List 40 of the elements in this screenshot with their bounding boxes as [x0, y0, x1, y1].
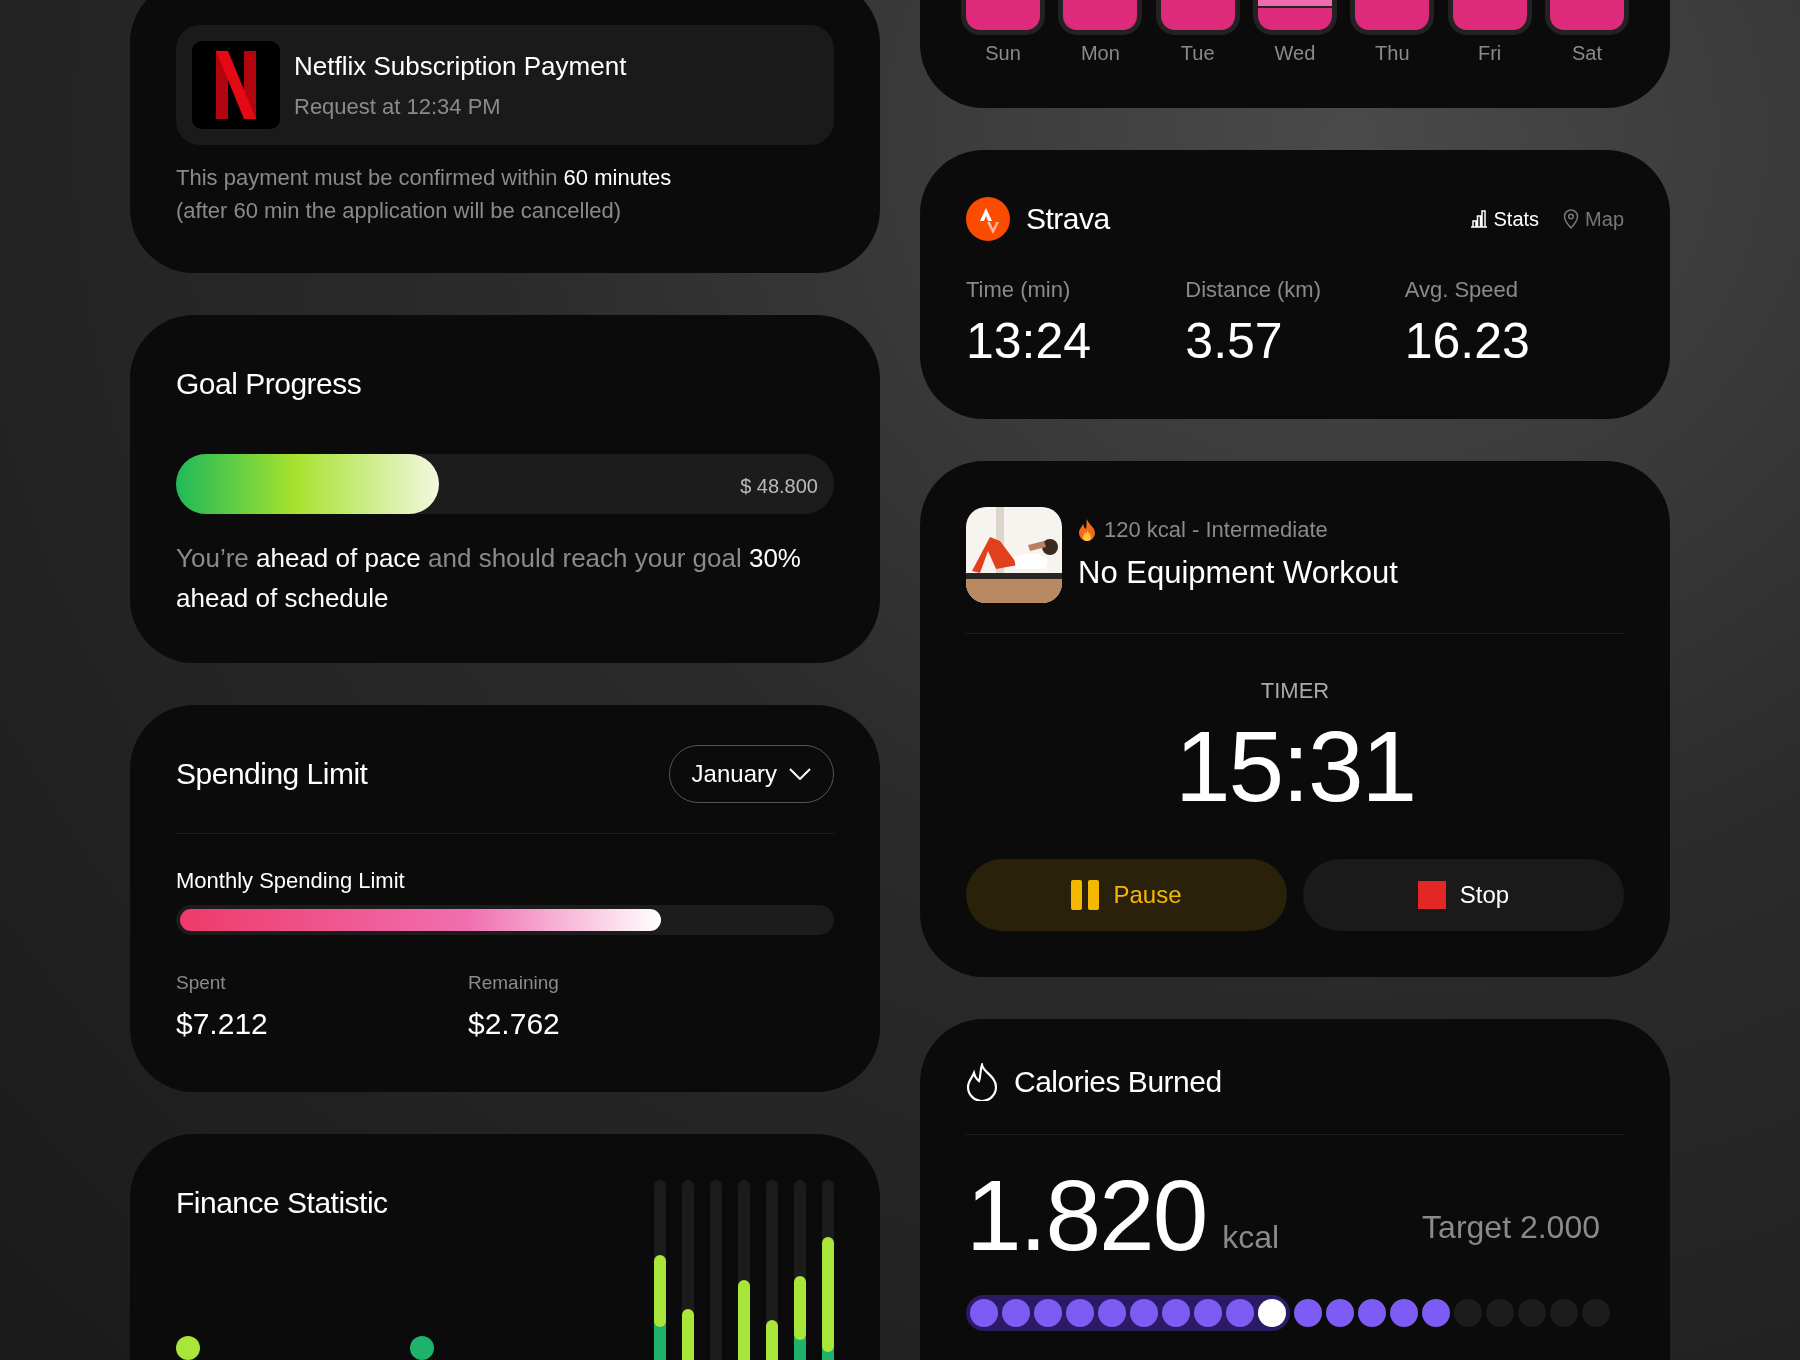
workout-meta: 120 kcal - Intermediate — [1104, 516, 1328, 545]
metric-label: Avg. Speed — [1404, 276, 1519, 304]
calories-unit: kcal — [1222, 1218, 1280, 1257]
timer-label: TIMER — [1259, 677, 1331, 705]
calories-target: Target 2.000 — [1422, 1208, 1600, 1247]
stat-label: Remaining — [468, 970, 560, 995]
card-title: Finance Statistic — [176, 1185, 389, 1222]
calories-value: 1.820 — [966, 1165, 1207, 1265]
stat-label: Spent — [176, 970, 227, 995]
day-label: Sun — [985, 42, 1021, 64]
map-tab[interactable]: Map — [1563, 203, 1624, 234]
stats-tab[interactable]: Stats — [1469, 203, 1540, 234]
metric-value: 16.23 — [1404, 314, 1531, 369]
stop-button[interactable]: Stop — [1303, 859, 1624, 931]
day-label: Mon — [1080, 42, 1120, 64]
metric-value: 3.57 — [1185, 314, 1284, 369]
stat-value: $2.762 — [468, 1006, 561, 1043]
day-label: Sat — [1571, 42, 1602, 64]
metric-label: Distance (km) — [1185, 276, 1322, 304]
day-label: Thu — [1375, 42, 1410, 64]
card-title: Strava — [1026, 201, 1112, 237]
day-label: Wed — [1274, 42, 1316, 64]
card-title: Goal Progress — [176, 366, 363, 402]
timer-value: 15:31 — [1173, 711, 1417, 821]
payment-time: Request at 12:34 PM — [294, 93, 502, 121]
goal-amount: $ 48.800 — [740, 474, 818, 499]
payment-title: Netflix Subscription Payment — [294, 50, 627, 83]
metric-label: Time (min) — [966, 276, 1072, 304]
card-title: Spending Limit — [176, 756, 368, 793]
spending-bar-label: Monthly Spending Limit — [176, 866, 406, 895]
payment-note: This payment must be confirmed within 60 minutes — [176, 164, 673, 192]
card-title: Calories Burned — [1014, 1064, 1222, 1100]
pause-button[interactable]: Pause — [966, 859, 1287, 931]
day-label: Tue — [1180, 42, 1215, 64]
goal-message: You’re ahead of pace and should reach your goal 30% ahead of schedule — [176, 542, 802, 616]
day-label: Fri — [1477, 42, 1502, 64]
stat-value: $7.212 — [176, 1006, 269, 1043]
payment-note: (after 60 min the application will be cancelled) — [176, 197, 623, 225]
workout-title: No Equipment Workout — [1078, 554, 1398, 593]
metric-value: 13:24 — [966, 314, 1093, 369]
